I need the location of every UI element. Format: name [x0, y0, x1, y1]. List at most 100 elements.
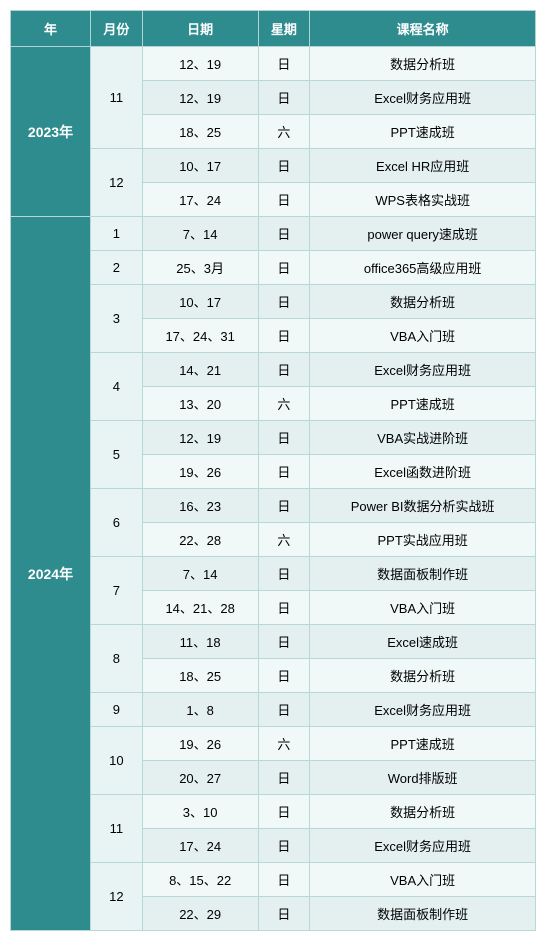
- date-cell: 17、24、31: [142, 319, 258, 353]
- course-cell: 数据分析班: [310, 285, 536, 319]
- course-cell: Excel财务应用班: [310, 353, 536, 387]
- weekday-cell: 日: [258, 81, 310, 115]
- date-cell: 12、19: [142, 47, 258, 81]
- course-cell: 数据面板制作班: [310, 897, 536, 931]
- weekday-cell: 日: [258, 217, 310, 251]
- header-weekday: 星期: [258, 11, 310, 47]
- date-cell: 11、18: [142, 625, 258, 659]
- weekday-cell: 六: [258, 523, 310, 557]
- month-cell: 9: [91, 693, 143, 727]
- year-cell: 2023年: [11, 47, 91, 217]
- course-cell: Excel财务应用班: [310, 693, 536, 727]
- weekday-cell: 日: [258, 455, 310, 489]
- date-cell: 7、14: [142, 557, 258, 591]
- month-cell: 12: [91, 149, 143, 217]
- weekday-cell: 六: [258, 727, 310, 761]
- course-cell: 数据分析班: [310, 47, 536, 81]
- course-cell: Excel速成班: [310, 625, 536, 659]
- weekday-cell: 日: [258, 183, 310, 217]
- date-cell: 1、8: [142, 693, 258, 727]
- course-cell: VBA入门班: [310, 863, 536, 897]
- date-cell: 10、17: [142, 285, 258, 319]
- header-year: 年: [11, 11, 91, 47]
- month-cell: 7: [91, 557, 143, 625]
- weekday-cell: 日: [258, 251, 310, 285]
- date-cell: 7、14: [142, 217, 258, 251]
- date-cell: 8、15、22: [142, 863, 258, 897]
- course-cell: VBA实战进阶班: [310, 421, 536, 455]
- schedule-table: 年 月份 日期 星期 课程名称 2023年1112、19日数据分析班12、19日…: [10, 10, 536, 931]
- course-cell: PPT实战应用班: [310, 523, 536, 557]
- course-cell: power query速成班: [310, 217, 536, 251]
- course-cell: PPT速成班: [310, 115, 536, 149]
- table-row: 2023年1112、19日数据分析班: [11, 47, 536, 81]
- month-cell: 3: [91, 285, 143, 353]
- course-cell: Power BI数据分析实战班: [310, 489, 536, 523]
- weekday-cell: 六: [258, 387, 310, 421]
- month-cell: 6: [91, 489, 143, 557]
- course-cell: 数据面板制作班: [310, 557, 536, 591]
- weekday-cell: 日: [258, 319, 310, 353]
- course-cell: Excel财务应用班: [310, 829, 536, 863]
- weekday-cell: 日: [258, 149, 310, 183]
- month-cell: 2: [91, 251, 143, 285]
- table-row: 2024年17、14日power query速成班: [11, 217, 536, 251]
- course-cell: Word排版班: [310, 761, 536, 795]
- course-cell: VBA入门班: [310, 591, 536, 625]
- weekday-cell: 日: [258, 829, 310, 863]
- date-cell: 12、19: [142, 81, 258, 115]
- date-cell: 19、26: [142, 455, 258, 489]
- course-cell: VBA入门班: [310, 319, 536, 353]
- schedule-table-container: 年 月份 日期 星期 课程名称 2023年1112、19日数据分析班12、19日…: [10, 10, 536, 931]
- course-cell: WPS表格实战班: [310, 183, 536, 217]
- header-row: 年 月份 日期 星期 课程名称: [11, 11, 536, 47]
- weekday-cell: 日: [258, 557, 310, 591]
- month-cell: 4: [91, 353, 143, 421]
- course-cell: Excel财务应用班: [310, 81, 536, 115]
- date-cell: 16、23: [142, 489, 258, 523]
- weekday-cell: 日: [258, 285, 310, 319]
- header-month: 月份: [91, 11, 143, 47]
- month-cell: 8: [91, 625, 143, 693]
- date-cell: 12、19: [142, 421, 258, 455]
- weekday-cell: 日: [258, 795, 310, 829]
- weekday-cell: 日: [258, 897, 310, 931]
- date-cell: 18、25: [142, 659, 258, 693]
- weekday-cell: 日: [258, 421, 310, 455]
- course-cell: Excel HR应用班: [310, 149, 536, 183]
- weekday-cell: 日: [258, 863, 310, 897]
- month-cell: 11: [91, 795, 143, 863]
- header-course: 课程名称: [310, 11, 536, 47]
- course-cell: office365高级应用班: [310, 251, 536, 285]
- month-cell: 12: [91, 863, 143, 931]
- weekday-cell: 日: [258, 761, 310, 795]
- weekday-cell: 日: [258, 693, 310, 727]
- date-cell: 22、28: [142, 523, 258, 557]
- date-cell: 14、21: [142, 353, 258, 387]
- weekday-cell: 日: [258, 489, 310, 523]
- course-cell: PPT速成班: [310, 727, 536, 761]
- date-cell: 22、29: [142, 897, 258, 931]
- month-cell: 11: [91, 47, 143, 149]
- date-cell: 17、24: [142, 829, 258, 863]
- weekday-cell: 日: [258, 659, 310, 693]
- weekday-cell: 六: [258, 115, 310, 149]
- date-cell: 19、26: [142, 727, 258, 761]
- course-cell: PPT速成班: [310, 387, 536, 421]
- month-cell: 5: [91, 421, 143, 489]
- date-cell: 10、17: [142, 149, 258, 183]
- date-cell: 13、20: [142, 387, 258, 421]
- year-cell: 2024年: [11, 217, 91, 931]
- date-cell: 3、10: [142, 795, 258, 829]
- date-cell: 14、21、28: [142, 591, 258, 625]
- date-cell: 18、25: [142, 115, 258, 149]
- date-cell: 17、24: [142, 183, 258, 217]
- course-cell: 数据分析班: [310, 659, 536, 693]
- weekday-cell: 日: [258, 625, 310, 659]
- month-cell: 10: [91, 727, 143, 795]
- course-cell: Excel函数进阶班: [310, 455, 536, 489]
- month-cell: 1: [91, 217, 143, 251]
- date-cell: 20、27: [142, 761, 258, 795]
- weekday-cell: 日: [258, 591, 310, 625]
- course-cell: 数据分析班: [310, 795, 536, 829]
